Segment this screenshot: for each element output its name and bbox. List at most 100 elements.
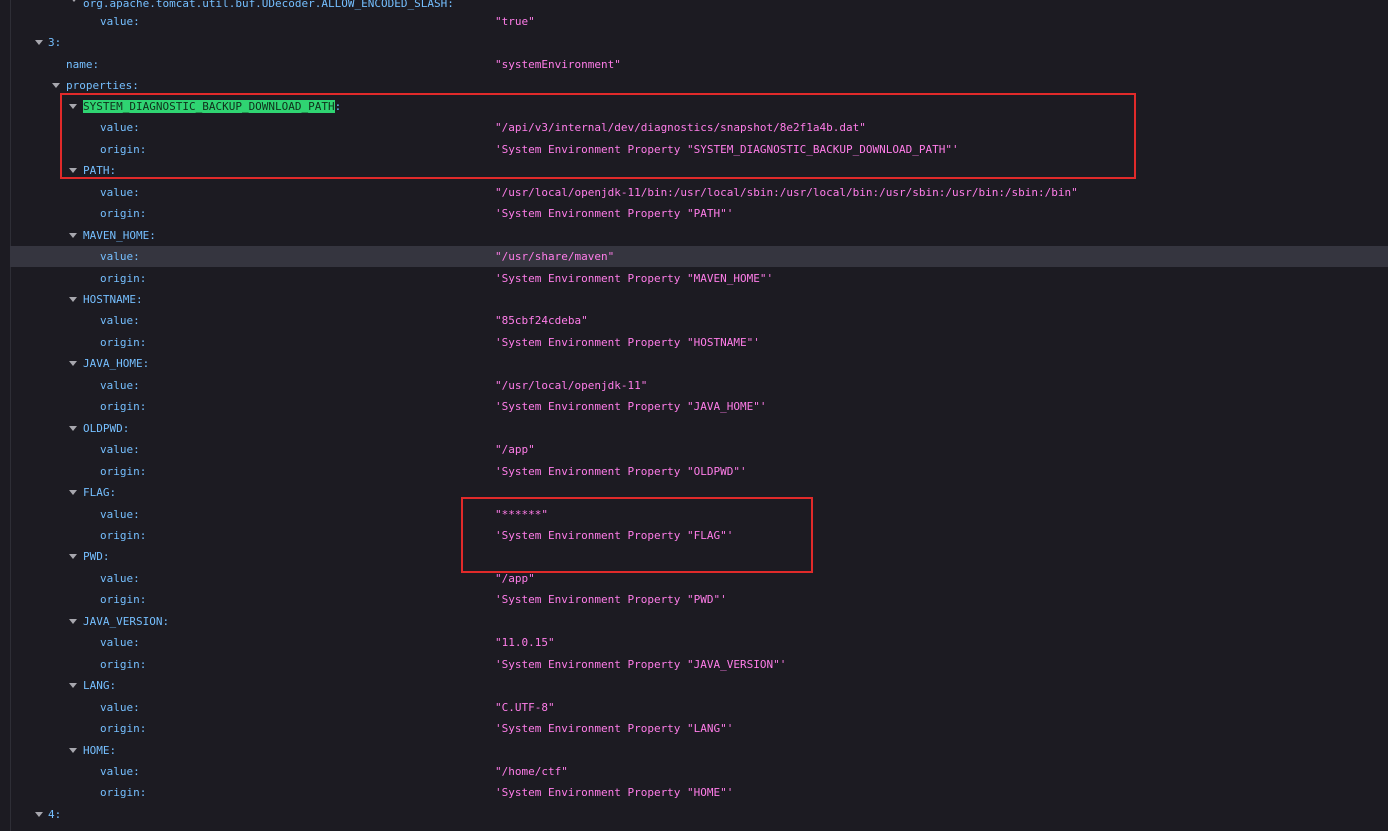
json-row[interactable]: HOSTNAME: xyxy=(10,289,1388,310)
value-key: value: xyxy=(100,314,140,327)
expand-arrow-icon[interactable] xyxy=(69,554,77,559)
property-name[interactable]: JAVA_VERSION xyxy=(83,615,162,628)
expand-arrow-icon[interactable] xyxy=(69,683,77,688)
json-row[interactable]: value: "85cbf24cdeba" xyxy=(10,310,1388,331)
json-row[interactable]: 3: xyxy=(10,32,1388,53)
property-key[interactable]: SYSTEM_DIAGNOSTIC_BACKUP_DOWNLOAD_PATH: xyxy=(83,96,341,117)
expand-arrow-icon[interactable] xyxy=(35,812,43,817)
json-row[interactable]: JAVA_HOME: xyxy=(10,353,1388,374)
property-value: "/app" xyxy=(495,443,535,456)
property-origin: 'System Environment Property "OLDPWD"' xyxy=(495,465,747,478)
value-key: value: xyxy=(100,765,140,778)
json-row[interactable]: PATH: xyxy=(10,160,1388,181)
json-row[interactable]: origin: 'System Environment Property "HOS… xyxy=(10,332,1388,353)
json-row[interactable]: name: "systemEnvironment" xyxy=(10,54,1388,75)
json-row[interactable]: origin: 'System Environment Property "LAN… xyxy=(10,718,1388,739)
property-value: "85cbf24cdeba" xyxy=(495,314,588,327)
property-value: "******" xyxy=(495,508,548,521)
json-row[interactable]: origin: 'System Environment Property "JAV… xyxy=(10,654,1388,675)
json-row[interactable]: value: "C.UTF-8" xyxy=(10,697,1388,718)
property-origin: 'System Environment Property "HOME"' xyxy=(495,786,734,799)
property-key[interactable]: HOSTNAME: xyxy=(83,289,143,310)
property-name[interactable]: HOME xyxy=(83,744,110,757)
property-name[interactable]: HOSTNAME xyxy=(83,293,136,306)
property-key[interactable]: OLDPWD: xyxy=(83,418,129,439)
json-row[interactable]: PWD: xyxy=(10,546,1388,567)
property-key[interactable]: PWD: xyxy=(83,546,110,567)
json-row[interactable]: MAVEN_HOME: xyxy=(10,225,1388,246)
expand-arrow-icon[interactable] xyxy=(69,748,77,753)
property-name[interactable]: PWD xyxy=(83,550,103,563)
value-key: value: xyxy=(100,121,140,134)
property-key[interactable]: JAVA_VERSION: xyxy=(83,611,169,632)
origin-key: origin: xyxy=(100,465,147,478)
origin-key: origin: xyxy=(100,658,147,671)
origin-key: origin: xyxy=(100,207,147,220)
value-key: value: xyxy=(100,572,140,585)
json-row[interactable]: value: "/home/ctf" xyxy=(10,761,1388,782)
expand-arrow-icon[interactable] xyxy=(69,168,77,173)
property-key[interactable]: PATH: xyxy=(83,160,116,181)
json-row[interactable]: value: "/app" xyxy=(10,439,1388,460)
json-row[interactable]: FLAG: xyxy=(10,482,1388,503)
expand-arrow-icon[interactable] xyxy=(70,0,78,2)
json-row[interactable]: origin: 'System Environment Property "HOM… xyxy=(10,782,1388,803)
property-name[interactable]: OLDPWD xyxy=(83,422,123,435)
json-row[interactable]: LANG: xyxy=(10,675,1388,696)
property-origin: 'System Environment Property "FLAG"' xyxy=(495,529,734,542)
property-origin: 'System Environment Property "JAVA_HOME"… xyxy=(495,400,767,413)
json-row[interactable]: SYSTEM_DIAGNOSTIC_BACKUP_DOWNLOAD_PATH: xyxy=(10,96,1388,117)
json-key[interactable]: 3: xyxy=(48,32,61,53)
value-key: value: xyxy=(100,701,140,714)
expand-arrow-icon[interactable] xyxy=(69,104,77,109)
highlighted-search-match[interactable]: SYSTEM_DIAGNOSTIC_BACKUP_DOWNLOAD_PATH xyxy=(83,100,335,113)
json-row[interactable]: value: "/usr/local/openjdk-11/bin:/usr/lo… xyxy=(10,182,1388,203)
json-row[interactable]: properties: xyxy=(10,75,1388,96)
property-name[interactable]: JAVA_HOME xyxy=(83,357,143,370)
expand-arrow-icon[interactable] xyxy=(69,490,77,495)
value-key: value: xyxy=(100,636,140,649)
json-value: "true" xyxy=(495,15,535,28)
property-name[interactable]: PATH xyxy=(83,164,110,177)
expand-arrow-icon[interactable] xyxy=(35,40,43,45)
json-key[interactable]: 4: xyxy=(48,804,61,825)
property-key[interactable]: MAVEN_HOME: xyxy=(83,225,156,246)
json-row[interactable]: HOME: xyxy=(10,740,1388,761)
json-row[interactable]: origin: 'System Environment Property "SYS… xyxy=(10,139,1388,160)
expand-arrow-icon[interactable] xyxy=(69,426,77,431)
origin-key: origin: xyxy=(100,722,147,735)
json-row[interactable]: origin: 'System Environment Property "FLA… xyxy=(10,525,1388,546)
json-key[interactable]: properties: xyxy=(66,75,139,96)
property-origin: 'System Environment Property "LANG"' xyxy=(495,722,734,735)
json-row[interactable]: value: "/usr/share/maven" xyxy=(10,246,1388,267)
json-row[interactable]: value: "true" xyxy=(10,11,1388,32)
json-row[interactable]: value: "/api/v3/internal/dev/diagnostics/… xyxy=(10,117,1388,138)
json-row[interactable]: origin: 'System Environment Property "MAV… xyxy=(10,268,1388,289)
json-row[interactable]: origin: 'System Environment Property "PAT… xyxy=(10,203,1388,224)
expand-arrow-icon[interactable] xyxy=(69,297,77,302)
property-key[interactable]: JAVA_HOME: xyxy=(83,353,149,374)
property-name[interactable]: MAVEN_HOME xyxy=(83,229,149,242)
json-row[interactable]: JAVA_VERSION: xyxy=(10,611,1388,632)
expand-arrow-icon[interactable] xyxy=(52,83,60,88)
json-row[interactable]: value: "******" xyxy=(10,504,1388,525)
json-row[interactable]: value: "/usr/local/openjdk-11" xyxy=(10,375,1388,396)
property-key[interactable]: HOME: xyxy=(83,740,116,761)
property-key[interactable]: FLAG: xyxy=(83,482,116,503)
property-value: "/app" xyxy=(495,572,535,585)
expand-arrow-icon[interactable] xyxy=(69,361,77,366)
expand-arrow-icon[interactable] xyxy=(69,233,77,238)
json-row[interactable]: OLDPWD: xyxy=(10,418,1388,439)
json-row[interactable]: 4: xyxy=(10,804,1388,825)
json-row[interactable]: origin: 'System Environment Property "PWD… xyxy=(10,589,1388,610)
json-row[interactable]: value: "/app" xyxy=(10,568,1388,589)
json-row[interactable]: value: "11.0.15" xyxy=(10,632,1388,653)
json-row[interactable]: origin: 'System Environment Property "OLD… xyxy=(10,461,1388,482)
json-row[interactable]: origin: 'System Environment Property "JAV… xyxy=(10,396,1388,417)
json-key: value: xyxy=(100,15,140,28)
value-key: value: xyxy=(100,186,140,199)
property-name[interactable]: LANG xyxy=(83,679,110,692)
property-name[interactable]: FLAG xyxy=(83,486,110,499)
property-key[interactable]: LANG: xyxy=(83,675,116,696)
expand-arrow-icon[interactable] xyxy=(69,619,77,624)
